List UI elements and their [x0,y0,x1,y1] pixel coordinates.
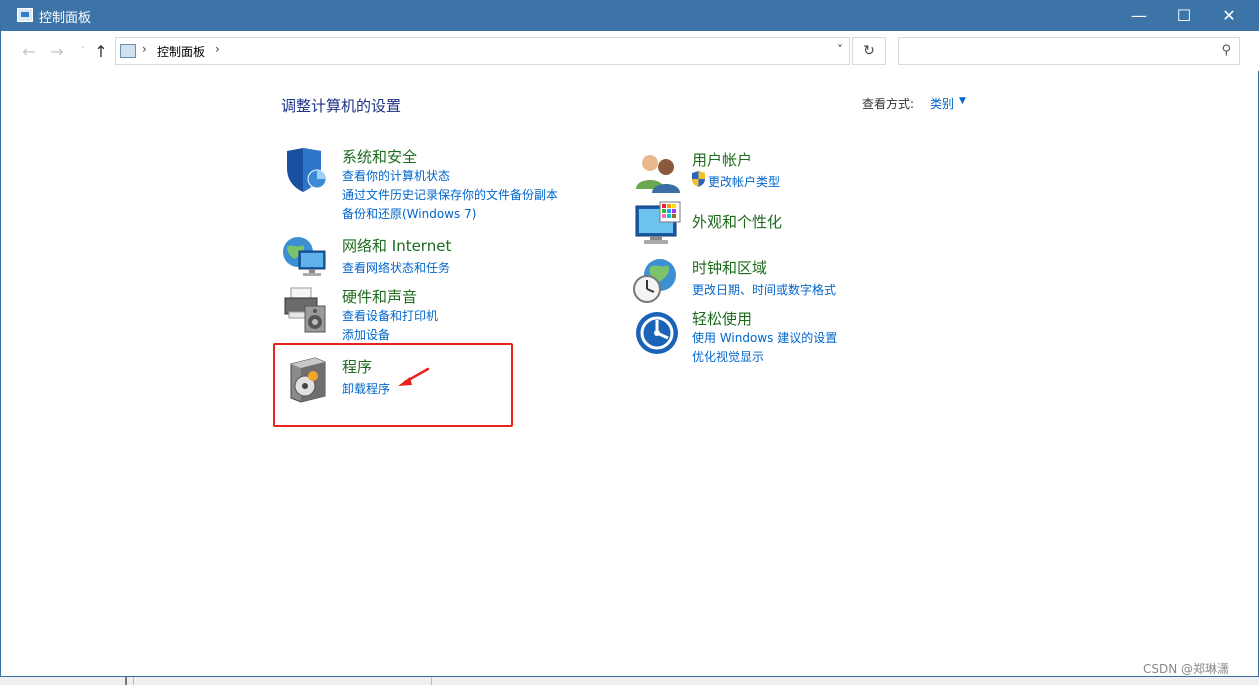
watermark-text: CSDN @郑琳潇 [1143,662,1230,676]
ease-of-access-icon[interactable] [634,308,682,356]
category-title-user-accounts[interactable]: 用户帐户 [692,149,752,170]
view-by-dropdown-arrow-icon[interactable]: ▼ [959,96,966,106]
link-change-date-time-format[interactable]: 更改日期、时间或数字格式 [692,281,836,298]
category-title-clock-region[interactable]: 时钟和区域 [692,257,767,278]
back-arrow-icon[interactable]: ← [19,42,39,61]
clock-globe-icon[interactable] [632,257,680,305]
recent-locations-chevron-icon[interactable]: ˅ [73,46,93,57]
control-panel-app-icon [17,8,33,22]
navigation-bar: ← → ˅ ↑ › 控制面板 › ˅ ↻ ⚲ [1,31,1259,71]
divider [431,677,432,685]
category-title-network-internet[interactable]: 网络和 Internet [342,235,451,256]
view-by-dropdown[interactable]: 类别 [930,95,954,112]
window-title: 控制面板 [39,11,92,26]
divider [133,677,134,685]
forward-arrow-icon[interactable]: → [47,42,67,61]
link-view-network-status[interactable]: 查看网络状态和任务 [342,259,450,276]
address-dropdown-chevron-icon[interactable]: ˅ [837,43,843,57]
breadcrumb-control-panel[interactable]: 控制面板 [157,43,205,60]
link-file-history-backup[interactable]: 通过文件历史记录保存你的文件备份副本 [342,186,558,203]
annotation-highlight-box [273,343,513,427]
control-panel-location-icon [120,44,136,58]
link-view-computer-status[interactable]: 查看你的计算机状态 [342,167,450,184]
category-title-system-security[interactable]: 系统和安全 [342,146,417,167]
link-view-devices-printers[interactable]: 查看设备和打印机 [342,307,438,324]
view-by-label: 查看方式: [862,97,915,111]
link-change-account-type[interactable]: 更改帐户类型 [708,173,780,190]
link-optimize-visual-display[interactable]: 优化视觉显示 [692,348,764,365]
refresh-button[interactable]: ↻ [852,37,886,65]
background-window-strip [0,677,1259,685]
divider [125,677,127,685]
category-title-hardware-sound[interactable]: 硬件和声音 [342,286,417,307]
breadcrumb-separator-icon[interactable]: › [215,42,220,56]
annotation-arrow-icon [398,367,430,386]
up-arrow-icon[interactable]: ↑ [91,42,111,61]
search-input[interactable] [903,41,1203,61]
close-button[interactable]: ✕ [1206,0,1252,31]
maximize-button[interactable]: ☐ [1161,0,1207,31]
minimize-button[interactable]: — [1116,0,1162,31]
category-title-appearance-personalization[interactable]: 外观和个性化 [692,211,782,232]
uac-shield-icon [692,171,705,187]
link-windows-recommended-settings[interactable]: 使用 Windows 建议的设置 [692,329,837,346]
search-icon[interactable]: ⚲ [1221,43,1231,58]
shield-icon[interactable] [281,146,329,194]
address-bar[interactable]: › 控制面板 › ˅ [115,37,850,65]
network-globe-icon[interactable] [281,235,329,283]
breadcrumb-separator-icon[interactable]: › [142,42,147,56]
monitor-palette-icon[interactable] [634,200,682,248]
link-add-device[interactable]: 添加设备 [342,326,390,343]
printer-speaker-icon[interactable] [281,286,329,334]
link-backup-restore-win7[interactable]: 备份和还原(Windows 7) [342,205,476,222]
control-panel-window: 控制面板 — ☐ ✕ ← → ˅ ↑ › 控制面板 › ˅ ↻ ⚲ 调整计算机的… [0,0,1259,677]
search-box[interactable]: ⚲ [898,37,1240,65]
users-icon[interactable] [634,149,682,197]
page-title: 调整计算机的设置 [281,97,402,115]
title-bar[interactable]: 控制面板 — ☐ ✕ [1,0,1259,31]
category-title-ease-of-access[interactable]: 轻松使用 [692,308,752,329]
